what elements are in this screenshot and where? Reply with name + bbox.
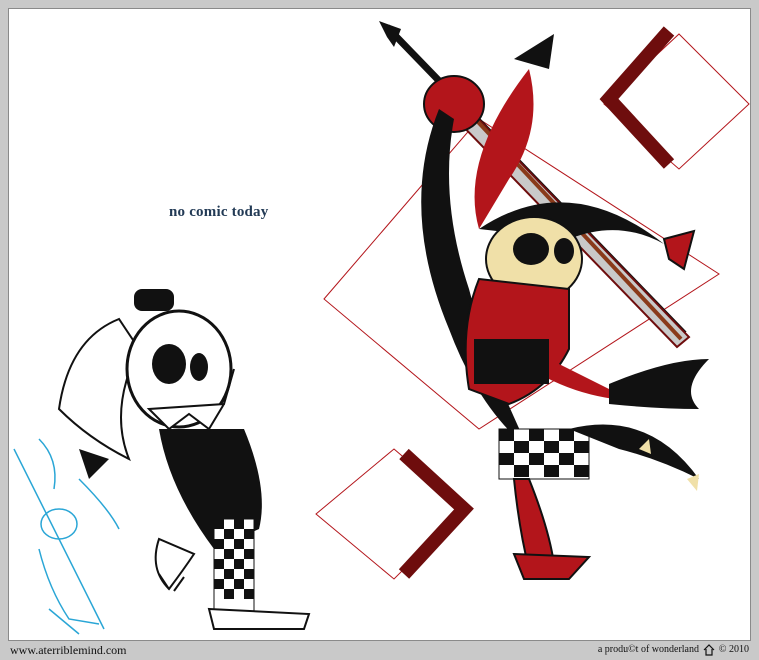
red-jester-character [379, 21, 709, 580]
comic-artwork [13, 21, 750, 635]
diamond-top-right [599, 26, 750, 170]
comic-panel: no comic today [8, 8, 751, 641]
white-jester-character [57, 289, 311, 630]
site-link[interactable]: www.aterriblemind.com [10, 643, 127, 658]
credit-text: a produ©t of wonderland [597, 644, 699, 655]
copyright-year: © 2010 [718, 644, 749, 655]
cyan-sketch [13, 438, 120, 635]
footer: www.aterriblemind.com a produ©t of wonde… [0, 641, 759, 660]
diamond-bottom [315, 448, 474, 580]
home-icon [703, 644, 715, 656]
no-comic-message: no comic today [169, 204, 269, 220]
checkered-legs-left [213, 518, 255, 620]
checkered-leg [498, 428, 590, 480]
